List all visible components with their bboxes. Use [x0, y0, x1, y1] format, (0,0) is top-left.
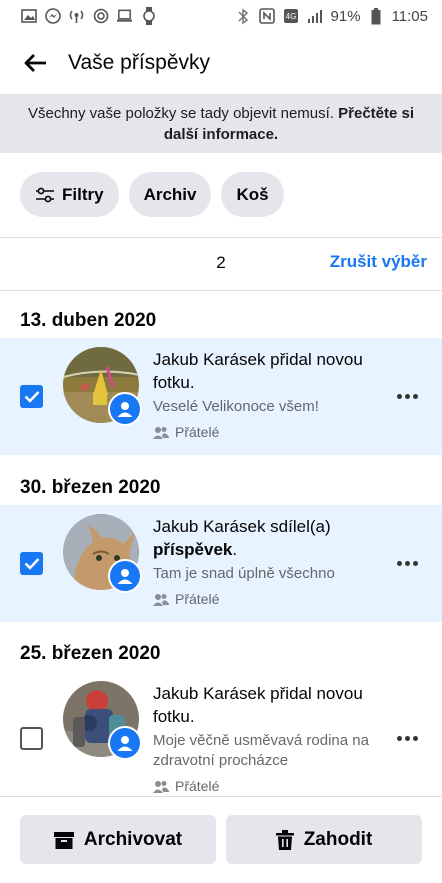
post-caption: Moje věčně usměvavá rodina na zdravotní … [153, 732, 369, 769]
clock: 11:05 [391, 7, 428, 25]
profile-badge-icon [108, 392, 142, 426]
post-row[interactable]: Jakub Karásek přidal novou fotku. Moje v… [0, 672, 442, 796]
post-audience: Přátelé [153, 778, 383, 794]
date-header: 13. duben 2020 [20, 310, 157, 331]
post-title-suffix: . [232, 540, 238, 559]
image-icon [20, 8, 37, 25]
post-title: Jakub Karásek sdílel(a) příspěvek. [153, 515, 383, 561]
post-checkbox[interactable] [20, 552, 43, 575]
date-header: 30. březen 2020 [20, 477, 161, 498]
filter-chips: Filtry Archiv Koš [20, 172, 284, 217]
profile-badge-icon [108, 559, 142, 593]
more-options-icon[interactable] [397, 394, 418, 399]
post-row[interactable]: Jakub Karásek sdílel(a) příspěvek. Tam j… [0, 505, 442, 622]
trash-icon [275, 829, 294, 850]
hotspot-icon [68, 8, 85, 25]
selection-bar: 2 Zrušit výběr [0, 238, 442, 288]
post-title: Jakub Karásek přidal novou fotku. [153, 350, 363, 392]
date-header: 25. březen 2020 [20, 643, 161, 664]
status-bar-right: 4G 91% 11:05 [235, 7, 428, 25]
messenger-icon [44, 8, 61, 25]
post-audience-label: Přátelé [175, 778, 220, 794]
post-title-prefix: Jakub Karásek sdílel(a) [153, 517, 331, 536]
page-title: Vaše příspěvky [68, 51, 211, 74]
post-text: Jakub Karásek přidal novou fotku. Veselé… [153, 348, 383, 440]
post-row[interactable]: Jakub Karásek přidal novou fotku. Veselé… [0, 338, 442, 455]
filter-sliders-icon [35, 187, 55, 203]
discard-button-label: Zahodit [303, 828, 373, 850]
post-title-link[interactable]: příspěvek [153, 540, 232, 559]
post-caption: Tam je snad úplně všechno [153, 565, 335, 582]
divider [0, 290, 442, 291]
archive-box-icon [53, 831, 74, 849]
archive-button[interactable]: Archivovat [20, 815, 216, 864]
nfc-ring-icon [92, 8, 109, 25]
archive-button-label: Archivovat [83, 828, 183, 850]
battery-percent: 91% [330, 7, 361, 25]
post-checkbox[interactable] [20, 727, 43, 750]
post-audience: Přátelé [153, 591, 383, 607]
trash-chip-label: Koš [236, 184, 269, 204]
friends-icon [153, 780, 169, 793]
bottom-action-bar: Archivovat Zahodit [0, 796, 442, 883]
post-checkbox[interactable] [20, 385, 43, 408]
more-options-icon[interactable] [397, 736, 418, 741]
trash-chip[interactable]: Koš [221, 172, 284, 217]
post-caption: Veselé Velikonoce všem! [153, 398, 319, 415]
archive-chip[interactable]: Archiv [128, 172, 212, 217]
post-audience-label: Přátelé [175, 424, 220, 440]
svg-text:4G: 4G [286, 12, 297, 21]
nfc-icon [259, 8, 276, 25]
post-audience-label: Přátelé [175, 591, 220, 607]
status-bar: 4G 91% 11:05 [0, 0, 442, 32]
post-title: Jakub Karásek přidal novou fotku. [153, 684, 363, 726]
discard-button[interactable]: Zahodit [226, 815, 422, 864]
post-audience: Přátelé [153, 424, 383, 440]
status-bar-left [20, 7, 157, 25]
watch-icon [140, 7, 157, 25]
filters-chip[interactable]: Filtry [20, 172, 119, 217]
laptop-icon [116, 8, 133, 25]
info-banner: Všechny vaše položky se tady objevit nem… [0, 94, 442, 153]
back-arrow-icon [24, 54, 46, 72]
filters-chip-label: Filtry [62, 184, 104, 204]
cancel-selection-button[interactable]: Zrušit výběr [330, 252, 427, 272]
friends-icon [153, 593, 169, 606]
app-header: Vaše příspěvky [0, 40, 442, 86]
more-options-icon[interactable] [397, 561, 418, 566]
post-text: Jakub Karásek sdílel(a) příspěvek. Tam j… [153, 515, 383, 607]
bluetooth-icon [235, 8, 252, 25]
checkmark-icon [24, 391, 39, 403]
archive-chip-label: Archiv [143, 184, 197, 204]
4g-icon: 4G [283, 8, 300, 25]
signal-icon [307, 8, 324, 25]
friends-icon [153, 426, 169, 439]
profile-badge-icon [108, 726, 142, 760]
back-button[interactable] [6, 40, 66, 86]
checkmark-icon [24, 558, 39, 570]
info-banner-text: Všechny vaše položky se tady objevit nem… [27, 105, 334, 122]
battery-icon [368, 7, 385, 25]
post-text: Jakub Karásek přidal novou fotku. Moje v… [153, 682, 383, 794]
